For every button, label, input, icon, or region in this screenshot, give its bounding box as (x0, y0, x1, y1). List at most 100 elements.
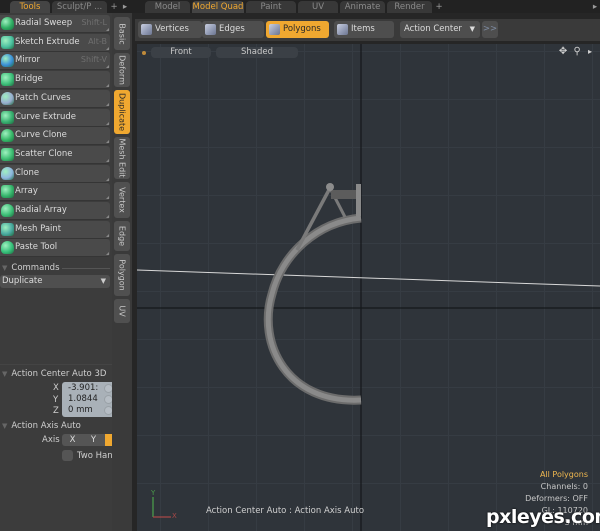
tab-model[interactable]: Model (145, 1, 190, 13)
collapse-triangle-icon[interactable]: ▼ (2, 370, 7, 378)
vertical-tab-label: Polygon (117, 259, 127, 291)
action-center-section-header[interactable]: ▼ Action Center Auto 3D (0, 369, 106, 379)
chevron-down-icon: ▼ (469, 25, 475, 33)
two-handles-checkbox[interactable] (62, 450, 73, 461)
tool-item[interactable]: Radial Sweep Shift-L (0, 15, 110, 33)
tab-scroll-right-icon-2[interactable]: ▸ (590, 1, 600, 13)
3d-viewport[interactable]: Front Shaded ✥ ⚲ ▸ Y X All Polygons Chan… (137, 44, 600, 531)
commands-dropdown[interactable]: Duplicate ▼ (0, 275, 110, 288)
submenu-corner-icon (106, 252, 109, 256)
more-tools-button[interactable]: >> (482, 21, 498, 38)
polygons-cube-icon (269, 24, 280, 35)
vertices-button[interactable]: Vertices (138, 21, 202, 38)
vertical-tab-label: UV (117, 305, 127, 317)
tool-item[interactable]: Bridge (0, 71, 110, 90)
submenu-corner-icon (106, 177, 109, 181)
z-value[interactable]: 0 mm (68, 405, 93, 415)
y-value[interactable]: 1.0844 (68, 394, 98, 404)
collapse-triangle-icon[interactable]: ▼ (2, 422, 7, 430)
tab-paint[interactable]: Paint (246, 1, 296, 13)
tool-item[interactable]: Curve Clone (0, 127, 110, 146)
tool-label: Radial Array (15, 205, 67, 215)
commands-section-header[interactable]: ▼ Commands (0, 263, 60, 273)
tool-label: Paste Tool (15, 242, 58, 253)
scatter-clone-icon (1, 147, 14, 161)
vertical-tab-label: Mesh Edit (117, 138, 127, 178)
deformers-info: Deformers: OFF (525, 494, 588, 503)
mesh-paint-icon (1, 222, 14, 236)
x-label: X (53, 383, 59, 393)
vertical-tab-edge[interactable]: Edge (114, 221, 130, 251)
tab-sculpt-paint[interactable]: Sculpt/P ... (52, 1, 107, 13)
tab-uv[interactable]: UV (298, 1, 338, 13)
curve-extrude-icon (1, 110, 14, 124)
tool-item[interactable]: Curve Extrude (0, 108, 110, 127)
tool-item[interactable]: Radial Array (0, 202, 110, 220)
edges-button[interactable]: Edges (202, 21, 264, 38)
submenu-corner-icon (106, 84, 109, 88)
edges-cube-icon (205, 24, 216, 35)
gizmo-y-label: Y (151, 489, 156, 497)
submenu-corner-icon (106, 215, 109, 218)
polygons-button[interactable]: Polygons (266, 21, 329, 38)
tool-label: Radial Sweep (15, 18, 73, 28)
items-cube-icon (337, 24, 348, 35)
x-value[interactable]: -3.901: (68, 383, 98, 393)
submenu-corner-icon (106, 102, 109, 106)
submenu-corner-icon (106, 233, 109, 237)
action-center-dropdown[interactable]: Action Center ▼ (400, 21, 480, 38)
tool-item[interactable]: Patch Curves (0, 89, 110, 108)
tab-tools[interactable]: Tools (10, 1, 50, 13)
tool-label: Curve Extrude (15, 111, 77, 122)
tool-label: Bridge (15, 74, 43, 85)
tool-shortcut: Alt-B (88, 36, 107, 46)
add-tab-left-button[interactable]: + (109, 1, 119, 13)
vertical-tab-vertex[interactable]: Vertex (114, 182, 130, 218)
tool-item[interactable]: Paste Tool (0, 239, 110, 258)
tool-label: Mirror (15, 55, 41, 66)
tab-model-quad[interactable]: Model Quad (192, 1, 244, 13)
tab-animate[interactable]: Animate (340, 1, 385, 13)
watermark: pxleyes.com (486, 506, 600, 528)
tool-item[interactable]: Array (0, 183, 110, 202)
vertical-tab-duplicate[interactable]: Duplicate (114, 90, 130, 134)
vertical-tab-basic[interactable]: Basic (114, 17, 130, 50)
tool-item[interactable]: Mirror Shift-V (0, 52, 110, 71)
chevron-down-icon: ▼ (100, 277, 106, 285)
vertical-tab-deform[interactable]: Deform (114, 53, 130, 87)
axis-y-button[interactable]: Y (83, 434, 104, 446)
action-axis-label: Action Axis Auto (11, 421, 81, 431)
vertical-tab-mesh-edit[interactable]: Mesh Edit (114, 137, 130, 179)
collapse-triangle-icon[interactable]: ▼ (2, 264, 7, 272)
tab-scroll-right-icon[interactable]: ▸ (120, 1, 130, 13)
ring-center-post (356, 184, 361, 216)
vertical-tab-label: Edge (117, 225, 127, 247)
tool-item[interactable]: Sketch Extrude Alt-B (0, 33, 110, 52)
submenu-corner-icon (106, 65, 109, 69)
submenu-corner-icon (106, 158, 109, 162)
top-tab-bar: Tools Sculpt/P ... + ▸ Model Model Quad … (0, 0, 600, 13)
workplane-line (137, 269, 600, 287)
action-center-dropdown-label: Action Center (404, 24, 462, 34)
tool-item[interactable]: Mesh Paint (0, 220, 110, 239)
vertical-tab-label: Duplicate (117, 92, 127, 132)
ring-prong-tip (326, 183, 334, 191)
tool-label: Scatter Clone (15, 148, 73, 159)
vertical-tab-polygon[interactable]: Polygon (114, 254, 130, 296)
mirror-icon (1, 54, 14, 68)
tab-render[interactable]: Render (387, 1, 432, 13)
axis-x-button[interactable]: X (62, 434, 83, 446)
vertical-tab-uv[interactable]: UV (114, 299, 130, 323)
axis-label: Axis (42, 435, 60, 445)
items-button[interactable]: Items (334, 21, 394, 38)
tool-item[interactable]: Scatter Clone (0, 145, 110, 164)
array-icon (1, 185, 14, 199)
z-label: Z (53, 406, 59, 416)
selection-info: All Polygons (539, 470, 588, 479)
action-axis-section-header[interactable]: ▼ Action Axis Auto (0, 421, 81, 431)
radial-sweep-icon (1, 17, 14, 30)
bridge-icon (1, 73, 14, 87)
tool-label: Patch Curves (15, 92, 71, 103)
add-tab-right-button[interactable]: + (434, 1, 444, 13)
tool-item[interactable]: Clone (0, 164, 110, 183)
